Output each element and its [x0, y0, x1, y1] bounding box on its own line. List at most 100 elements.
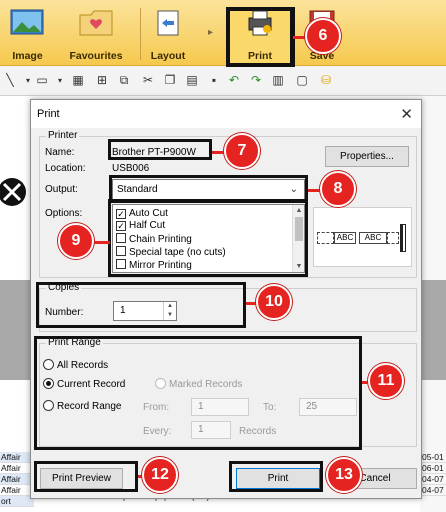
to-field[interactable]: 25	[299, 398, 357, 416]
checkbox-icon[interactable]	[116, 246, 126, 256]
ribbon-separator	[140, 8, 141, 60]
align-icon[interactable]: ▥	[270, 73, 286, 88]
checkbox-checked-icon[interactable]: ✓	[116, 209, 126, 219]
print-confirm-button[interactable]: Print	[236, 468, 320, 489]
background-row-cell: 06-01	[422, 463, 446, 474]
callout-pointer	[94, 241, 110, 244]
checkbox-icon[interactable]	[116, 259, 126, 269]
radio-label: All Records	[57, 360, 109, 371]
chevron-down-icon: ⌄	[289, 184, 298, 195]
background-gray-area	[0, 280, 34, 380]
dialog-title: Print	[37, 108, 60, 120]
radio-label: Record Range	[57, 401, 122, 412]
stepper-down-icon[interactable]: ▼	[164, 311, 176, 320]
dialog-titlebar: Print ✕	[31, 100, 421, 128]
insert-icon[interactable]: ⧉	[116, 73, 132, 88]
radio-label: Current Record	[57, 379, 126, 390]
every-label: Every:	[143, 426, 172, 437]
from-field[interactable]: 1	[191, 398, 249, 416]
scrollbar-thumb[interactable]	[295, 217, 303, 241]
callout-7: 7	[224, 133, 260, 169]
tape-segment	[387, 232, 399, 244]
copies-number-label: Number:	[45, 307, 84, 318]
favourites-label: Favourites	[69, 50, 123, 62]
layout-button[interactable]: Layout	[142, 0, 194, 66]
option-half-cut[interactable]: ✓ Half Cut	[116, 220, 165, 231]
frame-icon[interactable]: ▢	[294, 73, 310, 88]
callout-13: 13	[326, 457, 362, 493]
cut-icon[interactable]: ✂	[140, 73, 156, 88]
table-icon[interactable]: ▦	[70, 73, 86, 88]
callout-8: 8	[320, 171, 356, 207]
copies-group-label: Copies	[46, 282, 82, 293]
background-row-cell: Affair	[0, 463, 34, 474]
radio-icon[interactable]	[43, 400, 54, 411]
option-mirror-printing[interactable]: Mirror Printing	[116, 259, 192, 271]
radio-current-record[interactable]: Current Record	[43, 378, 125, 391]
paste-icon[interactable]: ▤	[184, 73, 200, 88]
tape-label: ABC	[334, 232, 356, 244]
radio-all-records[interactable]: All Records	[43, 359, 108, 372]
dropdown-arrow-icon[interactable]: ▾	[52, 73, 68, 88]
label-graphic-icon	[0, 178, 26, 206]
stepper-up-icon[interactable]: ▲	[164, 302, 176, 311]
ribbon: Image Favourites Layout ▸ Print Save	[0, 0, 446, 66]
copies-number-value: 1	[120, 305, 126, 316]
output-select-value: Standard	[117, 184, 158, 195]
options-label: Options:	[45, 208, 83, 219]
background-gray-area	[420, 280, 446, 380]
database-icon[interactable]: ⛁	[318, 73, 334, 88]
callout-11: 11	[368, 363, 404, 399]
copies-number-stepper[interactable]: 1 ▲ ▼	[113, 301, 177, 321]
printer-group-label: Printer	[46, 130, 80, 141]
callout-9: 9	[58, 223, 94, 259]
undo-icon[interactable]: ↶	[226, 73, 242, 88]
option-label: Chain Printing	[129, 234, 192, 245]
options-scrollbar[interactable]: ▲ ▼	[292, 205, 304, 272]
printer-name-value: Brother PT-P900W	[112, 147, 196, 158]
grid-icon[interactable]: ⊞	[94, 73, 110, 88]
radio-marked-records[interactable]: Marked Records	[155, 378, 242, 391]
delete-icon[interactable]: ▪	[206, 73, 222, 88]
background-row-cell: Affair	[0, 485, 34, 496]
callout-10: 10	[256, 284, 292, 320]
output-select[interactable]: Standard ⌄	[112, 179, 305, 200]
tape-label: ABC	[359, 232, 387, 244]
radio-icon[interactable]	[155, 378, 166, 389]
cutter-icon	[400, 224, 406, 252]
scroll-down-icon[interactable]: ▼	[293, 261, 304, 272]
options-listbox: ✓ Auto Cut ✓ Half Cut Chain Printing Speci…	[112, 204, 305, 273]
option-special-tape[interactable]: Special tape (no cuts)	[116, 246, 226, 258]
background-row-cell: 04-07	[422, 485, 446, 496]
from-label: From:	[143, 402, 170, 413]
radio-record-range[interactable]: Record Range	[43, 400, 121, 413]
copy-icon[interactable]: ❐	[162, 73, 178, 88]
radio-icon[interactable]	[43, 359, 54, 370]
background-row-cell: ort	[0, 496, 34, 507]
redo-icon[interactable]: ↷	[248, 73, 264, 88]
print-preview-button[interactable]: Print Preview	[40, 468, 123, 489]
records-label: Records	[239, 426, 277, 437]
image-button[interactable]: Image	[0, 0, 55, 66]
image-icon	[10, 9, 44, 35]
output-label: Output:	[45, 184, 78, 195]
rectangle-tool-icon[interactable]: ▭	[34, 73, 50, 88]
print-button[interactable]: Print	[230, 0, 290, 66]
option-label: Auto Cut	[129, 208, 168, 219]
favourites-button[interactable]: Favourites	[56, 0, 136, 66]
scroll-up-icon[interactable]: ▲	[293, 205, 304, 216]
copies-group: Copies	[39, 282, 417, 332]
option-auto-cut[interactable]: ✓ Auto Cut	[116, 208, 168, 219]
printer-name-label: Name:	[45, 147, 75, 158]
stepper-arrows[interactable]: ▲ ▼	[163, 302, 176, 320]
checkbox-icon[interactable]	[116, 233, 126, 243]
print-label: Print	[248, 50, 272, 62]
line-tool-icon[interactable]: ╲	[2, 73, 18, 88]
properties-button[interactable]: Properties...	[325, 146, 409, 167]
radio-selected-icon[interactable]	[43, 378, 54, 389]
tape-segment	[317, 232, 334, 244]
checkbox-checked-icon[interactable]: ✓	[116, 221, 126, 231]
every-field[interactable]: 1	[191, 421, 231, 439]
close-icon[interactable]: ✕	[400, 105, 413, 123]
option-chain-printing[interactable]: Chain Printing	[116, 233, 192, 245]
